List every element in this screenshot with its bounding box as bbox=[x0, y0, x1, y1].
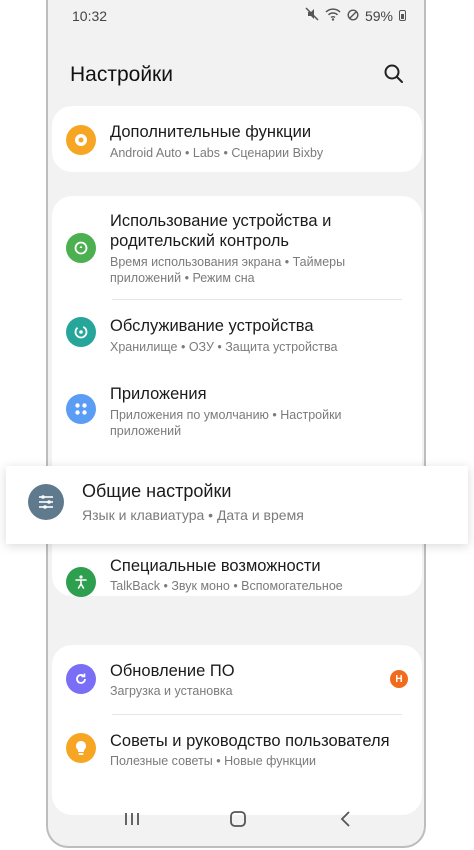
status-bar: 10:32 59% bbox=[48, 0, 424, 34]
item-subtitle: Полезные советы • Новые функции bbox=[110, 754, 317, 768]
recent-apps-icon bbox=[125, 813, 139, 825]
item-subtitle-line2: приложений • Режим сна bbox=[110, 271, 255, 285]
item-subtitle-line1: TalkBack • Звук моно • Вспомогательное bbox=[110, 579, 343, 593]
wifi-icon bbox=[325, 7, 341, 24]
status-time: 10:32 bbox=[72, 8, 108, 24]
battery-icon bbox=[399, 10, 406, 21]
lightbulb-icon bbox=[66, 733, 96, 763]
item-software-update[interactable]: Обновление ПО Загрузка и установка Н bbox=[52, 645, 422, 711]
item-subtitle-line2: приложений bbox=[110, 424, 182, 438]
mute-icon bbox=[305, 7, 319, 24]
battery-percent: 59% bbox=[364, 7, 393, 24]
item-subtitle-line1: Время использования экрана • Таймеры bbox=[110, 255, 346, 269]
item-subtitle: Android Auto • Labs • Сценарии Bixby bbox=[110, 146, 324, 160]
item-label: Специальные возможности bbox=[110, 557, 321, 575]
update-icon bbox=[66, 664, 96, 694]
item-label: Советы и руководство пользователя bbox=[110, 732, 390, 750]
status-icons: 59% bbox=[305, 7, 406, 24]
home-icon bbox=[230, 811, 246, 827]
item-label-line1: Использование устройства и bbox=[110, 212, 332, 230]
accessibility-icon bbox=[66, 567, 96, 597]
item-wellbeing[interactable]: Использование устройства и родительский … bbox=[52, 196, 422, 296]
no-signal-icon bbox=[347, 8, 359, 24]
wellbeing-icon bbox=[66, 233, 96, 263]
item-tips[interactable]: Советы и руководство пользователя Полезн… bbox=[52, 715, 422, 783]
gear-star-icon bbox=[66, 125, 96, 155]
sliders-icon bbox=[28, 484, 64, 520]
item-label: Приложения bbox=[110, 385, 207, 403]
item-subtitle: Загрузка и установка bbox=[110, 684, 233, 698]
new-badge: Н bbox=[390, 670, 408, 688]
search-button[interactable] bbox=[382, 62, 406, 86]
settings-card-3: Обновление ПО Загрузка и установка Н Сов… bbox=[52, 645, 422, 815]
page-title: Настройки bbox=[70, 63, 173, 86]
apps-grid-icon bbox=[66, 394, 96, 424]
recent-apps-button[interactable] bbox=[122, 810, 146, 830]
item-subtitle: Хранилище • ОЗУ • Защита устройства bbox=[110, 340, 338, 354]
item-apps[interactable]: Приложения Приложения по умолчанию • Нас… bbox=[52, 368, 422, 450]
back-button[interactable] bbox=[336, 810, 360, 830]
item-label: Общие настройки bbox=[82, 481, 232, 501]
navigation-bar bbox=[48, 796, 424, 846]
back-icon bbox=[340, 811, 350, 827]
item-label: Дополнительные функции bbox=[110, 123, 312, 141]
phone-frame: 10:32 59% Настройки Дополнительные функц… bbox=[46, 0, 426, 848]
item-device-care[interactable]: Обслуживание устройства Хранилище • ОЗУ … bbox=[52, 300, 422, 366]
item-subtitle-line1: Приложения по умолчанию • Настройки bbox=[110, 408, 342, 422]
settings-header: Настройки bbox=[70, 60, 408, 92]
item-label: Обслуживание устройства bbox=[110, 317, 314, 335]
item-advanced-features[interactable]: Дополнительные функции Android Auto • La… bbox=[52, 106, 422, 172]
home-button[interactable] bbox=[228, 810, 252, 830]
device-care-icon bbox=[66, 317, 96, 347]
item-accessibility[interactable]: Специальные возможности TalkBack • Звук … bbox=[52, 550, 422, 600]
item-subtitle: Язык и клавиатура • Дата и время bbox=[82, 507, 304, 523]
settings-card-1: Дополнительные функции Android Auto • La… bbox=[52, 106, 422, 172]
item-label-line2: родительский контроль bbox=[110, 232, 290, 250]
item-label: Обновление ПО bbox=[110, 662, 235, 680]
item-general-settings[interactable]: Общие настройки Язык и клавиатура • Дата… bbox=[6, 466, 468, 544]
search-icon bbox=[384, 64, 403, 83]
